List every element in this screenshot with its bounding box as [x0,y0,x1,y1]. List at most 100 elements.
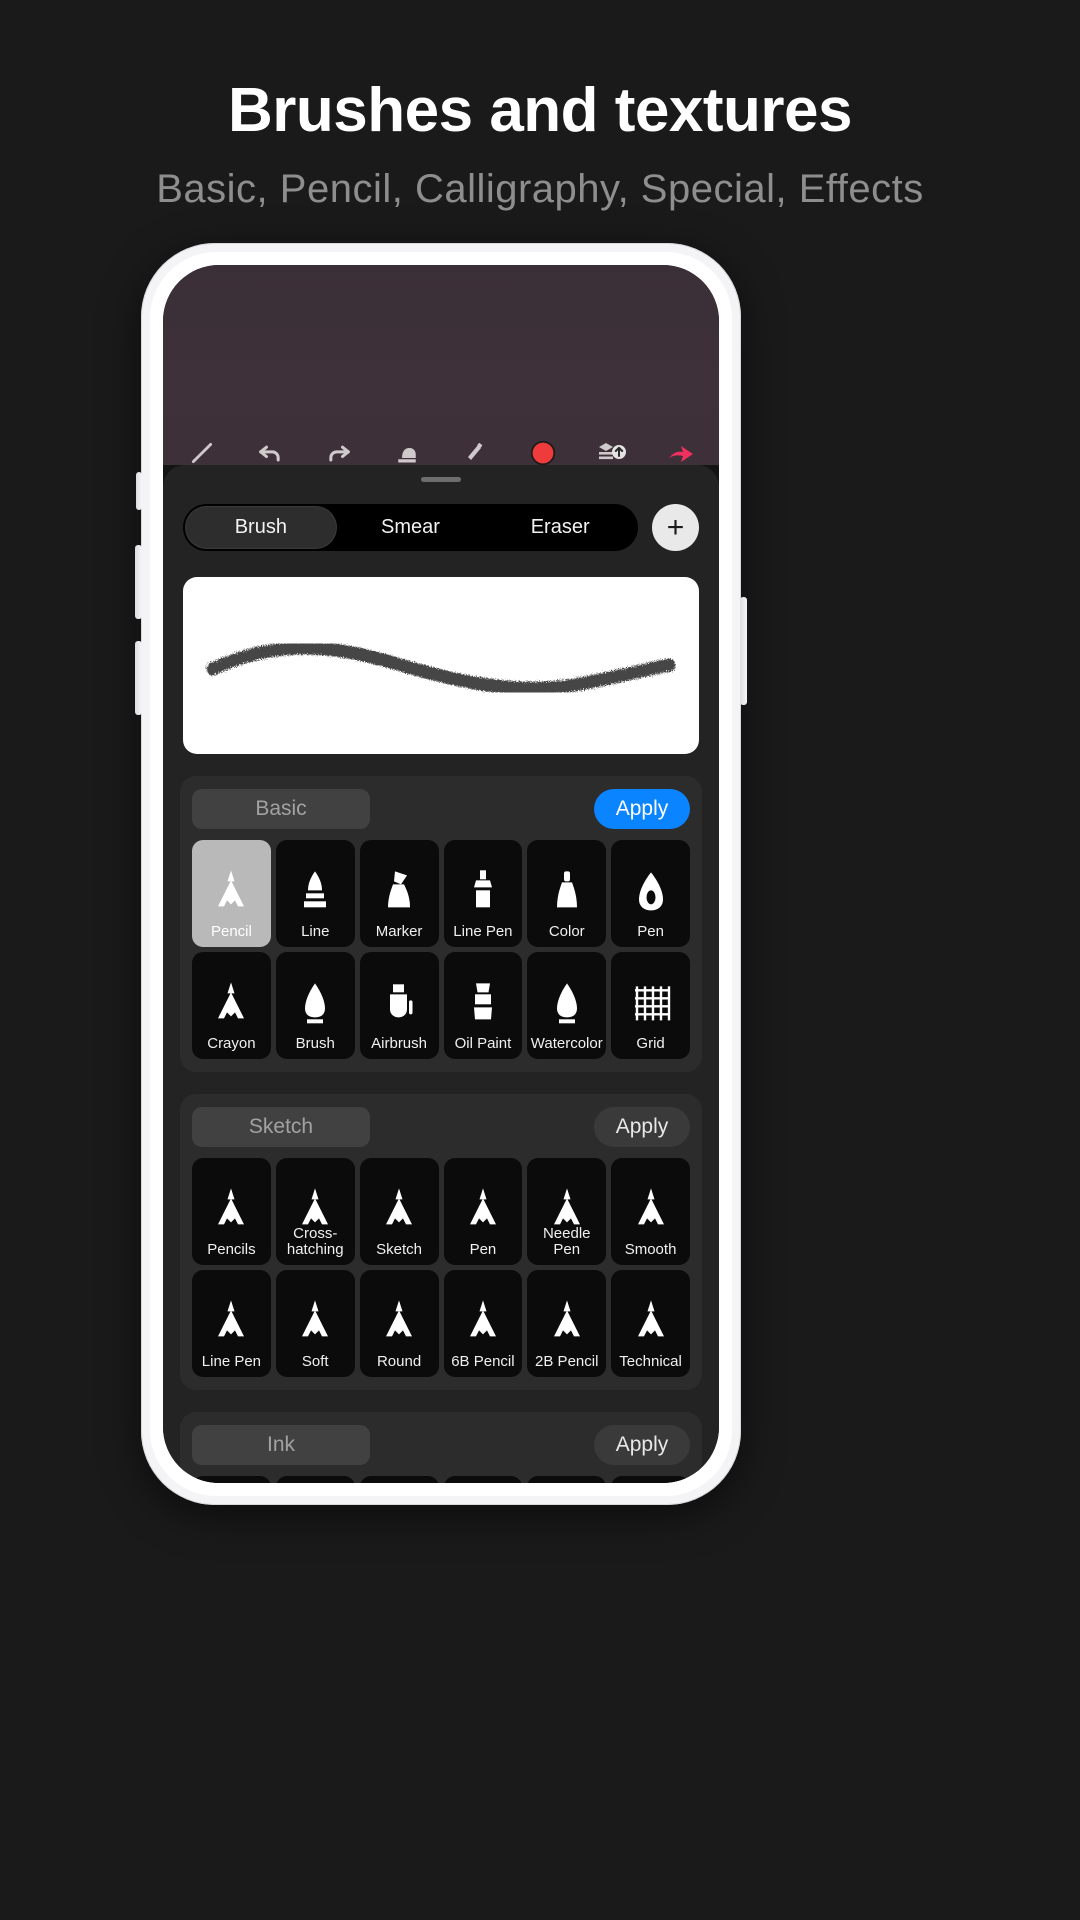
headline-block: Brushes and textures Basic, Pencil, Call… [0,78,1080,211]
phone-mockup: Brush Smear Eraser + Basic Apply Pencil … [135,243,747,1505]
color-tip-icon [544,867,590,913]
tab-brush[interactable]: Brush [186,507,336,548]
mode-row: Brush Smear Eraser + [163,482,719,551]
tile-grid-sketch: Pencils Cross-hatching Sketch Pen Needle… [192,1158,690,1377]
brush-tile[interactable]: Brush [275,952,355,1059]
pencil-tip-icon [292,1297,338,1343]
group-title-ink[interactable]: Ink [192,1425,370,1465]
group-sketch: Sketch Apply Pencils Cross-hatching Sket… [180,1094,702,1390]
airbrush-tip-icon [376,979,422,1025]
group-ink: Ink Apply Color Inkjet [180,1412,702,1483]
brush-tile[interactable]: Watercolor [527,952,607,1059]
brush-tile[interactable]: Round [359,1270,439,1377]
brush-tile[interactable]: Cross-hatching [275,1158,355,1265]
brush-tile[interactable]: Marker [359,840,439,947]
brush-tile[interactable]: Oil Paint [443,952,523,1059]
tile-label: Pen [637,922,664,940]
brush-tile[interactable]: Technical [611,1270,690,1377]
pencil-tip-icon [208,867,254,913]
brush-tile[interactable]: Color [192,1476,271,1483]
pencil-tip-icon [292,1185,338,1231]
group-header: Sketch Apply [192,1107,690,1147]
brush-tile[interactable]: Airbrush [359,952,439,1059]
group-title-basic[interactable]: Basic [192,789,370,829]
brush-tile[interactable]: Line Pen [443,840,523,947]
brush-stroke-preview[interactable] [183,577,699,754]
brush-tile[interactable]: Pen [443,1158,523,1265]
apply-button-sketch[interactable]: Apply [594,1107,690,1147]
apply-button-ink[interactable]: Apply [594,1425,690,1465]
tile-label: 6B Pencil [451,1352,515,1370]
group-basic: Basic Apply Pencil Line Marker Line Pen … [180,776,702,1072]
tile-label: Technical [619,1352,682,1370]
brush-tile[interactable]: Pencil [192,840,271,947]
brush-tile[interactable]: Watercolor [443,1476,523,1483]
brush-tile[interactable]: Wither [611,1476,690,1483]
brush-tile[interactable]: Pencils [192,1158,271,1265]
marker-tip-icon [376,867,422,913]
volume-up-button[interactable] [135,545,142,619]
volume-down-button[interactable] [135,641,142,715]
tile-label: Airbrush [371,1034,427,1052]
tile-label: Line Pen [201,1352,262,1370]
tile-label: Watercolor [530,1034,603,1052]
line-tip-icon [292,867,338,913]
tile-label: Pencils [207,1240,256,1258]
tab-eraser[interactable]: Eraser [485,507,635,548]
power-button[interactable] [740,597,747,705]
brush-tile[interactable]: Oblique [527,1476,607,1483]
pencil-tip-icon [460,1297,506,1343]
watercolor-tip-icon [544,979,590,1025]
crayon-tip-icon [208,979,254,1025]
pencil-tip-icon [376,1185,422,1231]
tile-label: Color [548,922,585,940]
tile-label: Needle Pen [542,1224,591,1258]
brush-tile[interactable]: Crayon [192,952,271,1059]
brush-tile[interactable]: Line [275,840,355,947]
group-header: Basic Apply [192,789,690,829]
apply-button-basic[interactable]: Apply [594,789,690,829]
brush-tile[interactable]: Sketch [359,1158,439,1265]
pencil-tip-icon [208,1185,254,1231]
tile-label: Grid [636,1034,665,1052]
tile-label: Soft [301,1352,329,1370]
brush-tile[interactable]: Airbrush [359,1476,439,1483]
tile-label: Brush [295,1034,335,1052]
tile-grid-basic: Pencil Line Marker Line Pen Color Pen Cr… [192,840,690,1059]
pencil-tip-icon [544,1297,590,1343]
pencil-tip-icon [208,1297,254,1343]
brush-tile[interactable]: Grid [611,952,690,1059]
tile-label: Oil Paint [454,1034,512,1052]
group-title-sketch[interactable]: Sketch [192,1107,370,1147]
brush-tile[interactable]: Smooth [611,1158,690,1265]
promo-page: Brushes and textures Basic, Pencil, Call… [0,0,1080,1920]
brush-tile[interactable]: Line Pen [192,1270,271,1377]
stroke-path-icon [206,641,676,695]
brush-picker-sheet: Brush Smear Eraser + Basic Apply Pencil … [163,465,719,1483]
brush-tile[interactable]: Soft [275,1270,355,1377]
tile-label: Line Pen [453,922,513,940]
page-subtitle: Basic, Pencil, Calligraphy, Special, Eff… [156,167,924,212]
tile-label: Marker [375,922,423,940]
line-pen-tip-icon [460,867,506,913]
brush-groups: Basic Apply Pencil Line Marker Line Pen … [163,776,719,1483]
tile-label: Round [376,1352,422,1370]
brush-tile[interactable]: Inkjet [275,1476,355,1483]
add-brush-button[interactable]: + [652,504,699,551]
brush-tip-icon [292,979,338,1025]
oil-paint-tip-icon [460,979,506,1025]
brush-tile[interactable]: 2B Pencil [527,1270,607,1377]
tile-label: Pencil [210,922,252,940]
tile-label: Line [301,922,330,940]
brush-tile[interactable]: 6B Pencil [443,1270,523,1377]
brush-tile[interactable]: Pen [611,840,690,947]
silent-switch[interactable] [136,472,142,510]
brush-tile[interactable]: Color [527,840,607,947]
pencil-tip-icon [544,1185,590,1231]
phone-screen: Brush Smear Eraser + Basic Apply Pencil … [163,265,719,1483]
page-title: Brushes and textures [228,76,853,145]
brush-tile[interactable]: Needle Pen [527,1158,607,1265]
group-header: Ink Apply [192,1425,690,1465]
tab-smear[interactable]: Smear [336,507,486,548]
mode-segmented-control: Brush Smear Eraser [183,504,638,551]
